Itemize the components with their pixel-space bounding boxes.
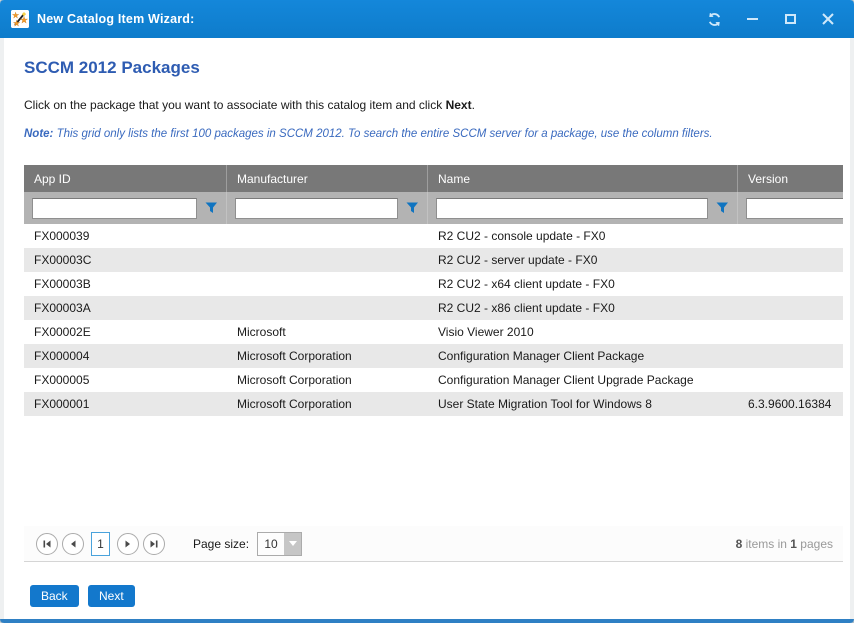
window-frame-bottom bbox=[0, 619, 854, 623]
pages-count: 1 bbox=[790, 537, 797, 551]
table-cell-version: 6.3.9600.16384 bbox=[738, 392, 843, 416]
instruction-prefix: Click on the package that you want to as… bbox=[24, 98, 446, 112]
table-cell-name: R2 CU2 - server update - FX0 bbox=[428, 248, 738, 272]
window-controls bbox=[702, 0, 840, 38]
table-row[interactable]: FX000005Microsoft CorporationConfigurati… bbox=[24, 368, 843, 392]
note-label: Note: bbox=[24, 128, 53, 140]
table-cell-app-id: FX00002E bbox=[24, 320, 227, 344]
table-cell-name: R2 CU2 - x86 client update - FX0 bbox=[428, 296, 738, 320]
table-row[interactable]: FX00003A R2 CU2 - x86 client update - FX0 bbox=[24, 296, 843, 320]
pager-bar: 1 Page size: 10 8 items in 1 pages bbox=[24, 526, 843, 561]
manufacturer-filter-input[interactable] bbox=[235, 198, 398, 219]
wizard-wand-stars-icon: ★ ★ ★ bbox=[11, 10, 29, 28]
table-cell-app-id: FX000039 bbox=[24, 224, 227, 248]
column-header-app-id[interactable]: App ID bbox=[24, 165, 227, 192]
page-size-dropdown[interactable]: 10 bbox=[257, 532, 302, 556]
wizard-content: SCCM 2012 Packages Click on the package … bbox=[4, 38, 850, 619]
wizard-window: ★ ★ ★ New Catalog Item Wizard: bbox=[0, 0, 854, 623]
table-cell-version bbox=[738, 224, 843, 248]
close-icon[interactable] bbox=[816, 7, 840, 31]
filter-cell-app-id bbox=[24, 192, 227, 224]
table-body: FX000039R2 CU2 - console update - FX0FX0… bbox=[24, 224, 843, 416]
minimize-icon[interactable] bbox=[740, 7, 764, 31]
next-button[interactable]: Next bbox=[88, 585, 135, 607]
note-body: This grid only lists the first 100 packa… bbox=[53, 128, 712, 140]
table-cell-name: Configuration Manager Client Package bbox=[428, 344, 738, 368]
last-page-button[interactable] bbox=[143, 533, 165, 555]
table-cell-manufacturer: Microsoft Corporation bbox=[227, 368, 428, 392]
app-id-filter-input[interactable] bbox=[32, 198, 197, 219]
table-cell-manufacturer: Microsoft Corporation bbox=[227, 392, 428, 416]
previous-page-button[interactable] bbox=[62, 533, 84, 555]
table-cell-version bbox=[738, 272, 843, 296]
pager-nav: 1 bbox=[36, 532, 165, 556]
pager-summary: 8 items in 1 pages bbox=[736, 537, 833, 551]
table-cell-manufacturer bbox=[227, 296, 428, 320]
instruction-next-word: Next bbox=[446, 98, 472, 112]
window-title: New Catalog Item Wizard: bbox=[37, 12, 195, 26]
funnel-icon[interactable] bbox=[406, 202, 419, 214]
chevron-down-icon[interactable] bbox=[284, 533, 301, 555]
table-cell-manufacturer bbox=[227, 224, 428, 248]
refresh-icon[interactable] bbox=[702, 7, 726, 31]
table-cell-app-id: FX000004 bbox=[24, 344, 227, 368]
column-header-manufacturer[interactable]: Manufacturer bbox=[227, 165, 428, 192]
table-cell-version bbox=[738, 320, 843, 344]
page-size-value: 10 bbox=[258, 533, 284, 555]
table-cell-manufacturer: Microsoft bbox=[227, 320, 428, 344]
filter-cell-manufacturer bbox=[227, 192, 428, 224]
instruction-text: Click on the package that you want to as… bbox=[24, 98, 475, 112]
table-cell-version bbox=[738, 368, 843, 392]
table-cell-manufacturer bbox=[227, 272, 428, 296]
page-size-label: Page size: bbox=[193, 537, 249, 551]
version-filter-input[interactable] bbox=[746, 198, 843, 219]
instruction-suffix: . bbox=[472, 98, 475, 112]
filter-cell-version bbox=[738, 192, 843, 224]
next-page-button[interactable] bbox=[117, 533, 139, 555]
table-row[interactable]: FX00003B R2 CU2 - x64 client update - FX0 bbox=[24, 272, 843, 296]
table-row[interactable]: FX000004Microsoft CorporationConfigurati… bbox=[24, 344, 843, 368]
column-header-name[interactable]: Name bbox=[428, 165, 738, 192]
table-row[interactable]: FX00003C R2 CU2 - server update - FX0 bbox=[24, 248, 843, 272]
table-cell-version bbox=[738, 344, 843, 368]
funnel-icon[interactable] bbox=[205, 202, 218, 214]
table-cell-app-id: FX00003A bbox=[24, 296, 227, 320]
svg-text:★: ★ bbox=[20, 15, 28, 25]
grid-filter-row bbox=[24, 192, 843, 224]
table-cell-name: R2 CU2 - console update - FX0 bbox=[428, 224, 738, 248]
funnel-icon[interactable] bbox=[716, 202, 729, 214]
current-page-indicator: 1 bbox=[91, 532, 110, 556]
grid-header-row: App ID Manufacturer Name Version bbox=[24, 165, 843, 192]
name-filter-input[interactable] bbox=[436, 198, 708, 219]
pages-text: pages bbox=[797, 537, 833, 551]
table-row[interactable]: FX00002EMicrosoftVisio Viewer 2010 bbox=[24, 320, 843, 344]
table-cell-manufacturer bbox=[227, 248, 428, 272]
packages-grid: App ID Manufacturer Name Version bbox=[24, 165, 843, 562]
window-frame-right bbox=[850, 38, 854, 619]
table-cell-version bbox=[738, 296, 843, 320]
table-cell-name: R2 CU2 - x64 client update - FX0 bbox=[428, 272, 738, 296]
filter-cell-name bbox=[428, 192, 738, 224]
first-page-button[interactable] bbox=[36, 533, 58, 555]
items-text: items in bbox=[742, 537, 790, 551]
table-cell-name: Configuration Manager Client Upgrade Pac… bbox=[428, 368, 738, 392]
table-cell-app-id: FX000001 bbox=[24, 392, 227, 416]
table-cell-app-id: FX00003B bbox=[24, 272, 227, 296]
back-button[interactable]: Back bbox=[30, 585, 79, 607]
table-cell-app-id: FX00003C bbox=[24, 248, 227, 272]
table-cell-app-id: FX000005 bbox=[24, 368, 227, 392]
table-row[interactable]: FX000039 R2 CU2 - console update - FX0 bbox=[24, 224, 843, 248]
table-cell-manufacturer: Microsoft Corporation bbox=[227, 344, 428, 368]
title-bar: ★ ★ ★ New Catalog Item Wizard: bbox=[0, 0, 854, 38]
table-row[interactable]: FX000001Microsoft CorporationUser State … bbox=[24, 392, 843, 416]
note-text: Note: This grid only lists the first 100… bbox=[24, 128, 713, 140]
column-header-version[interactable]: Version bbox=[738, 165, 843, 192]
page-title: SCCM 2012 Packages bbox=[24, 58, 200, 78]
table-cell-name: User State Migration Tool for Windows 8 bbox=[428, 392, 738, 416]
table-cell-version bbox=[738, 248, 843, 272]
maximize-icon[interactable] bbox=[778, 7, 802, 31]
table-cell-name: Visio Viewer 2010 bbox=[428, 320, 738, 344]
